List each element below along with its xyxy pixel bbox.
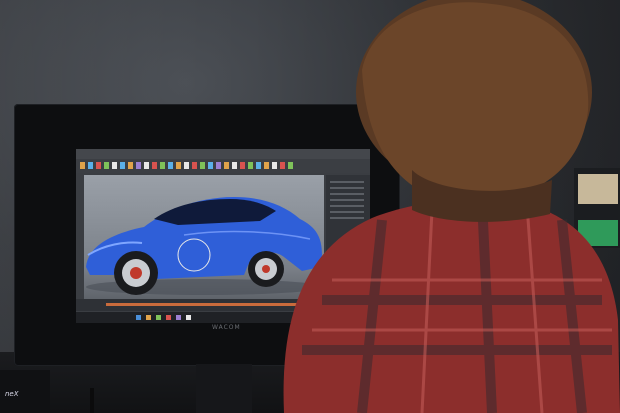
tool-icon — [144, 162, 149, 169]
tool-icon — [256, 162, 261, 169]
tool-icon — [160, 162, 165, 169]
tool-icon — [104, 162, 109, 169]
artist-person — [283, 0, 620, 413]
tool-icon — [80, 162, 85, 169]
tool-icon — [136, 162, 141, 169]
tablet-brand-label: neX — [5, 390, 19, 398]
tool-icon — [112, 162, 117, 169]
taskbar-icon — [176, 315, 181, 320]
tool-icon — [200, 162, 205, 169]
monitor-brand-label: WACOM — [212, 324, 241, 331]
tool-icon — [88, 162, 93, 169]
tool-icon — [152, 162, 157, 169]
tool-icon — [224, 162, 229, 169]
tool-icon — [232, 162, 237, 169]
taskbar-icon — [136, 315, 141, 320]
taskbar-icon — [166, 315, 171, 320]
tool-icon — [248, 162, 253, 169]
tool-icon — [184, 162, 189, 169]
car-front-brake — [130, 267, 142, 279]
tool-icon — [208, 162, 213, 169]
tool-icon — [120, 162, 125, 169]
scene: WACOM neX — [0, 0, 620, 413]
car-windshield — [154, 199, 276, 225]
tool-icon — [96, 162, 101, 169]
tool-icon — [176, 162, 181, 169]
stylus-cable — [90, 388, 94, 413]
tool-icon — [192, 162, 197, 169]
tool-icon — [128, 162, 133, 169]
tool-icon — [216, 162, 221, 169]
tool-icon — [168, 162, 173, 169]
taskbar-icon — [146, 315, 151, 320]
taskbar-icon — [186, 315, 191, 320]
taskbar-icon — [156, 315, 161, 320]
tool-icon — [240, 162, 245, 169]
monitor-stand — [196, 364, 252, 413]
hair-volume — [362, 2, 589, 196]
